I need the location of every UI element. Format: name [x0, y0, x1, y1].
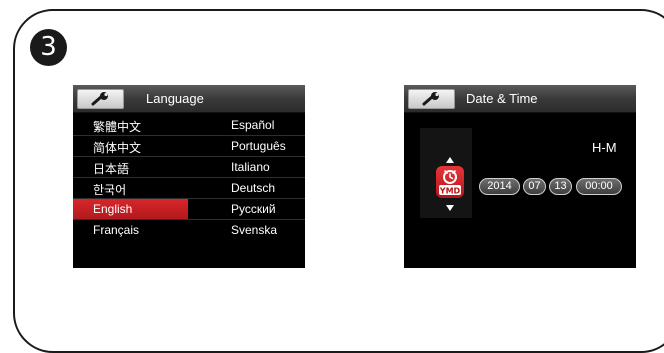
month-field[interactable]: 07 [523, 178, 546, 195]
language-row: 日本語 Italiano [73, 157, 305, 178]
language-option-selected[interactable]: English [93, 202, 132, 216]
language-option[interactable]: Italiano [231, 160, 270, 174]
arrow-up-icon[interactable] [446, 157, 454, 163]
language-option[interactable]: Español [231, 118, 274, 132]
language-row: Français Svenska [73, 220, 305, 240]
step-number-badge: 3 [30, 29, 67, 66]
arrow-down-icon[interactable] [446, 205, 454, 211]
settings-tab-button[interactable] [77, 89, 124, 109]
language-screen: Language 繁體中文 Español 简体中文 Português 日本語… [73, 85, 305, 268]
language-row: English Русский [73, 199, 305, 220]
ymd-icon-label: YMD [439, 187, 461, 196]
language-title: Language [146, 91, 204, 106]
language-option[interactable]: Svenska [231, 223, 277, 237]
wrench-icon [422, 92, 439, 106]
time-format-label: H-M [592, 140, 617, 155]
date-time-screen: Date & Time YMD H-M 2014 07 13 00:00 [404, 85, 636, 268]
language-option[interactable]: 简体中文 [93, 139, 141, 156]
language-option[interactable]: 繁體中文 [93, 118, 141, 135]
wrench-icon [91, 92, 108, 106]
date-time-title: Date & Time [466, 91, 538, 106]
language-option[interactable]: Português [231, 139, 286, 153]
ymd-clock-icon[interactable]: YMD [436, 166, 464, 198]
year-field[interactable]: 2014 [479, 178, 520, 195]
settings-tab-button[interactable] [408, 89, 455, 109]
language-option[interactable]: Français [93, 223, 139, 237]
language-row: 한국어 Deutsch [73, 178, 305, 199]
language-option[interactable]: Русский [231, 202, 276, 216]
language-option[interactable]: Deutsch [231, 181, 275, 195]
language-row: 繁體中文 Español [73, 115, 305, 136]
day-field[interactable]: 13 [549, 178, 572, 195]
language-row: 简体中文 Português [73, 136, 305, 157]
language-option[interactable]: 日本語 [93, 160, 129, 177]
language-list: 繁體中文 Español 简体中文 Português 日本語 Italiano… [73, 115, 305, 240]
language-titlebar: Language [73, 85, 305, 113]
date-time-titlebar: Date & Time [404, 85, 636, 113]
time-field[interactable]: 00:00 [576, 178, 622, 195]
language-option[interactable]: 한국어 [93, 181, 126, 198]
